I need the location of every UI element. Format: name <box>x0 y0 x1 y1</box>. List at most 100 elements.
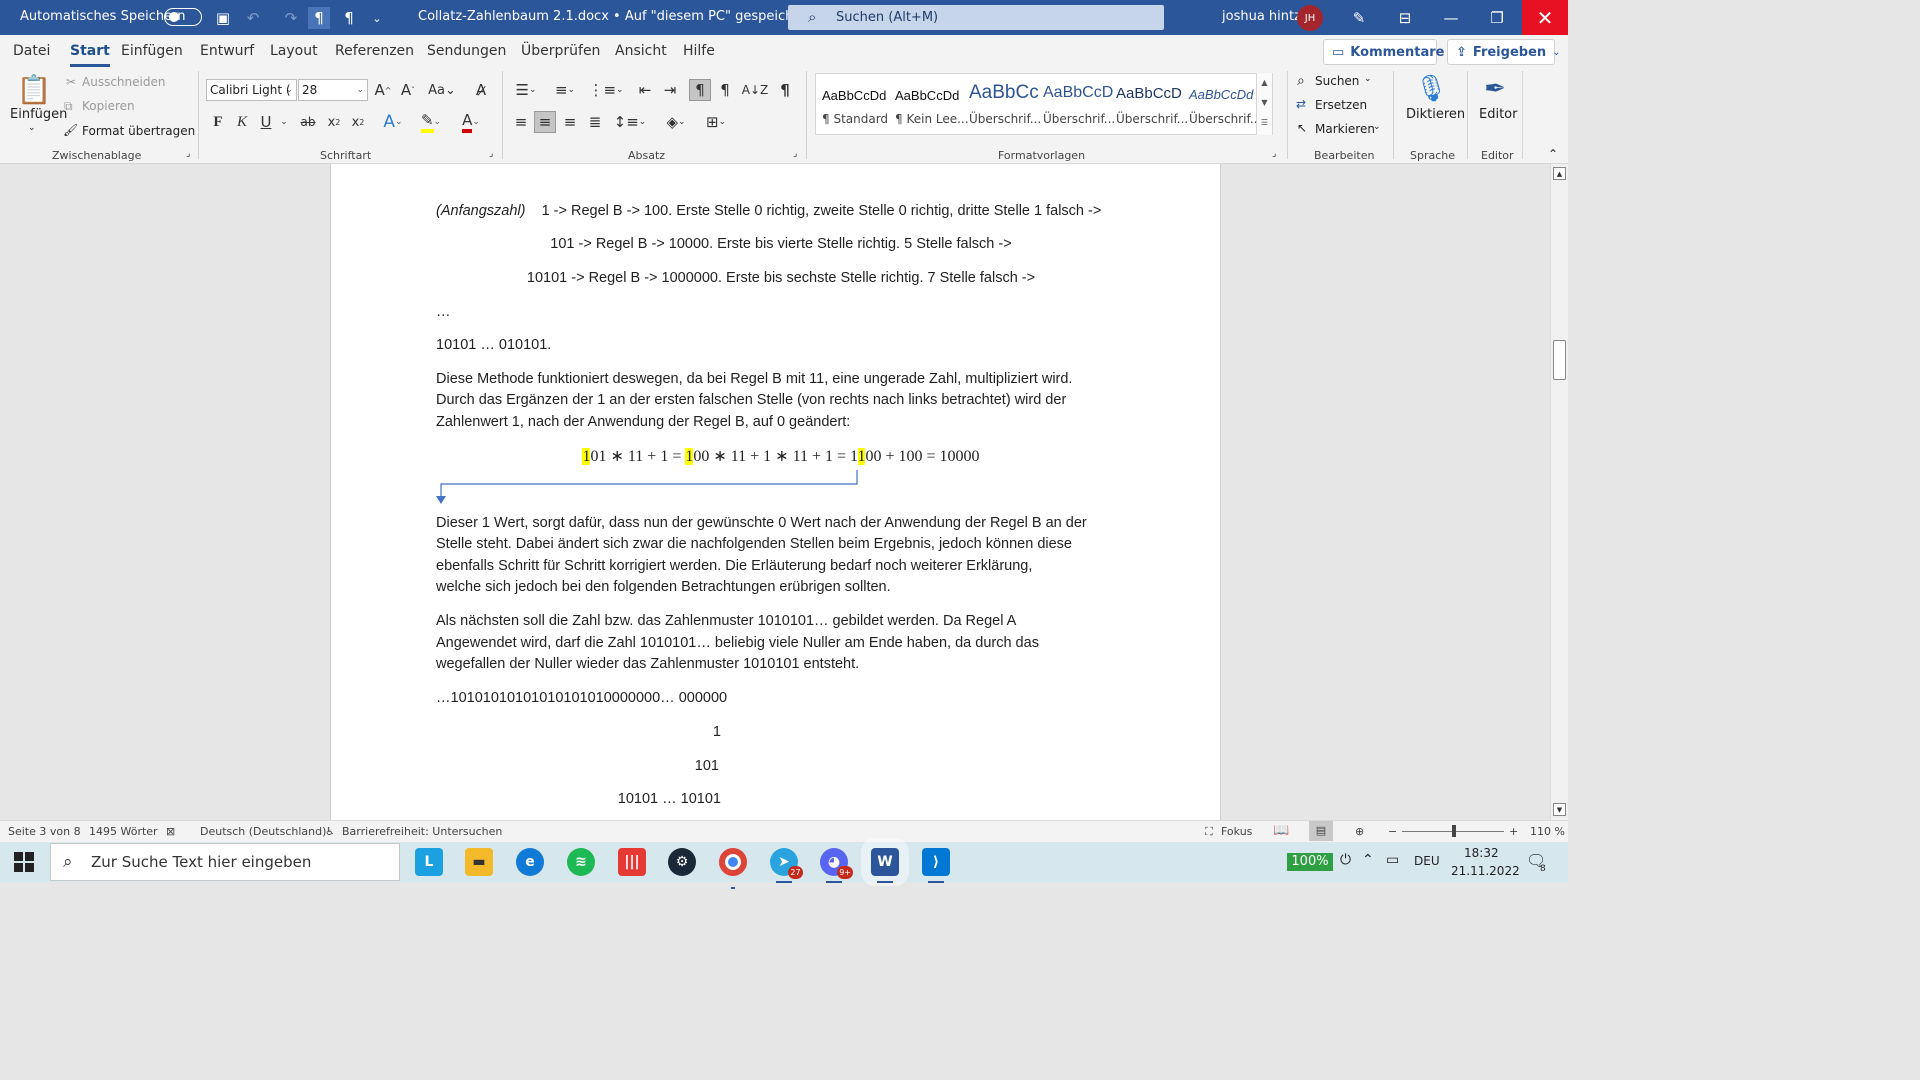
vscode-icon[interactable]: ⟩ <box>922 848 950 883</box>
share-button[interactable]: ⇪ Freigeben ⌄ <box>1447 39 1561 65</box>
chevron-down-icon[interactable]: ⌄ <box>1373 122 1381 132</box>
zoom-level[interactable]: 110 % <box>1530 825 1565 838</box>
line-spacing-icon[interactable]: ↕≡ ⌄ <box>614 111 647 133</box>
word-count[interactable]: 1495 Wörter <box>89 825 158 838</box>
editor-button[interactable]: Editor <box>1479 107 1517 122</box>
tab-sendungen[interactable]: Sendungen <box>427 43 506 59</box>
app-red-icon[interactable]: ||| <box>618 848 646 876</box>
editor-pen-icon[interactable]: ✒ <box>1480 71 1510 107</box>
redo-icon[interactable]: ↷ <box>280 7 302 29</box>
chrome-icon[interactable] <box>719 848 747 889</box>
collapse-ribbon-icon[interactable]: ⌃ <box>1548 147 1558 161</box>
show-formatting-icon[interactable]: ¶ <box>774 79 796 101</box>
chevron-down-icon[interactable]: ▼ <box>1257 93 1272 113</box>
zoom-in-icon[interactable]: + <box>1509 825 1518 838</box>
network-icon[interactable]: ▭ <box>1386 852 1399 868</box>
bullets-icon[interactable]: ☰ ⌄ <box>510 79 542 101</box>
dialog-launcher-icon[interactable]: ⌟ <box>1272 149 1276 159</box>
customize-qat-icon[interactable]: ⌄ <box>366 7 388 29</box>
clock-date[interactable]: 21.11.2022 <box>1451 864 1520 878</box>
document-page[interactable]: (Anfangszahl) 1 -> Regel B -> 100. Erste… <box>330 164 1221 820</box>
decrease-indent-icon[interactable]: ⇤ <box>634 79 656 101</box>
avatar[interactable]: JH <box>1297 5 1323 31</box>
taskbar-search[interactable]: ⌕ Zur Suche Text hier eingeben <box>50 843 400 881</box>
numbering-icon[interactable]: ≡ ⌄ <box>549 79 581 101</box>
style-heading-1[interactable]: AaBbCc Überschrif... <box>963 80 1041 128</box>
multilevel-list-icon[interactable]: ⋮≡ ⌄ <box>588 79 623 101</box>
tab-entwurf[interactable]: Entwurf <box>200 43 254 59</box>
highlight-icon[interactable]: ✎ ⌄ <box>416 111 446 133</box>
chevron-down-icon[interactable]: ⌄ <box>1364 74 1372 84</box>
ribbon-display-icon[interactable]: ⊟ <box>1394 7 1416 29</box>
change-case-icon[interactable]: Aa⌄ <box>426 79 458 101</box>
shrink-font-icon[interactable]: Aˇ <box>397 79 419 101</box>
text-effects-icon[interactable]: A ⌄ <box>378 111 408 133</box>
select-button[interactable]: Markieren <box>1315 122 1375 136</box>
tab-layout[interactable]: Layout <box>270 43 318 59</box>
bold-icon[interactable]: F <box>208 111 228 133</box>
language-status[interactable]: Deutsch (Deutschland) <box>200 825 326 838</box>
dictate-button[interactable]: Diktieren <box>1406 107 1465 122</box>
windows-start-icon[interactable] <box>14 852 34 872</box>
chevron-up-icon[interactable]: ▲ <box>1257 73 1272 93</box>
tab-datei[interactable]: Datei <box>13 43 50 59</box>
app-l-icon[interactable]: L <box>415 848 443 876</box>
tab-start[interactable]: Start <box>70 43 110 67</box>
rtl-icon[interactable]: ¶ <box>714 79 736 101</box>
autosave-toggle[interactable] <box>164 8 202 26</box>
save-icon[interactable]: ▣ <box>212 7 234 29</box>
restore-icon[interactable]: ❐ <box>1486 7 1508 29</box>
dialog-launcher-icon[interactable]: ⌟ <box>793 149 797 159</box>
steam-icon[interactable]: ⚙ <box>668 848 696 876</box>
document-title[interactable]: Collatz-Zahlenbaum 2.1.docx • Auf "diese… <box>418 9 827 24</box>
styles-scroll[interactable]: ▲ ▼ ☰ <box>1256 73 1272 135</box>
proofing-icon[interactable]: ⊠ <box>166 825 175 838</box>
style-no-spacing[interactable]: AaBbCcDd ¶ Kein Lee... <box>889 80 969 128</box>
focus-button[interactable]: Fokus <box>1221 825 1252 838</box>
pen-icon[interactable]: ✎ <box>1348 7 1370 29</box>
scroll-up-icon[interactable]: ▲ <box>1553 167 1566 180</box>
font-size-select[interactable]: 28 ⌄ <box>298 79 368 101</box>
font-color-icon[interactable]: A ⌄ <box>456 111 486 133</box>
clear-formatting-icon[interactable]: A̷ <box>470 79 492 101</box>
comments-button[interactable]: ▭ Kommentare <box>1323 39 1444 65</box>
grow-font-icon[interactable]: A ^ <box>372 79 394 101</box>
undo-icon[interactable]: ↶ <box>242 7 264 29</box>
user-name[interactable]: joshua hintz <box>1222 9 1301 24</box>
strikethrough-icon[interactable]: ab <box>296 111 320 133</box>
replace-button[interactable]: Ersetzen <box>1315 98 1367 112</box>
chevron-up-icon[interactable]: ⌃ <box>1362 852 1374 868</box>
rtl-paragraph-icon[interactable]: ¶ <box>338 7 360 29</box>
zoom-out-icon[interactable]: − <box>1388 825 1397 838</box>
style-heading-2[interactable]: AaBbCcD Überschrif... <box>1037 80 1115 128</box>
tab-ansicht[interactable]: Ansicht <box>615 43 667 59</box>
microphone-icon[interactable]: 🎙 <box>1415 71 1448 107</box>
vertical-scrollbar[interactable]: ▲ ▼ <box>1550 164 1568 820</box>
subscript-icon[interactable]: x2 <box>324 111 344 133</box>
edge-icon[interactable]: e <box>516 848 544 876</box>
language-indicator[interactable]: DEU <box>1414 854 1440 868</box>
file-explorer-icon[interactable]: ▬ <box>465 848 493 876</box>
chevron-down-icon[interactable]: ⌄ <box>28 123 36 133</box>
print-layout-icon[interactable]: ▤ <box>1309 821 1333 841</box>
zoom-slider-thumb[interactable] <box>1452 825 1456 837</box>
more-icon[interactable]: ☰ <box>1257 113 1272 133</box>
close-icon[interactable]: ✕ <box>1522 0 1568 35</box>
minimize-icon[interactable]: — <box>1440 7 1462 29</box>
borders-icon[interactable]: ⊞ ⌄ <box>700 111 732 133</box>
tab-einfuegen[interactable]: Einfügen <box>121 43 183 59</box>
telegram-icon[interactable]: ➤ 27 <box>770 848 803 883</box>
cut-button[interactable]: Ausschneiden <box>82 75 165 89</box>
find-button[interactable]: Suchen <box>1315 74 1359 88</box>
style-heading-3[interactable]: AaBbCcD Überschrif... <box>1110 80 1188 128</box>
ltr-icon[interactable]: ¶ <box>689 79 711 101</box>
ltr-paragraph-icon[interactable]: ¶ <box>308 7 330 29</box>
increase-indent-icon[interactable]: ⇥ <box>659 79 681 101</box>
tab-hilfe[interactable]: Hilfe <box>683 43 715 59</box>
italic-icon[interactable]: K <box>232 111 252 133</box>
discord-icon[interactable]: ◕ 9+ <box>820 848 853 883</box>
word-icon[interactable]: W <box>861 838 909 886</box>
font-name-select[interactable]: Calibri Light (⌄ <box>206 79 297 101</box>
clock-time[interactable]: 18:32 <box>1464 846 1499 860</box>
superscript-icon[interactable]: x2 <box>348 111 368 133</box>
